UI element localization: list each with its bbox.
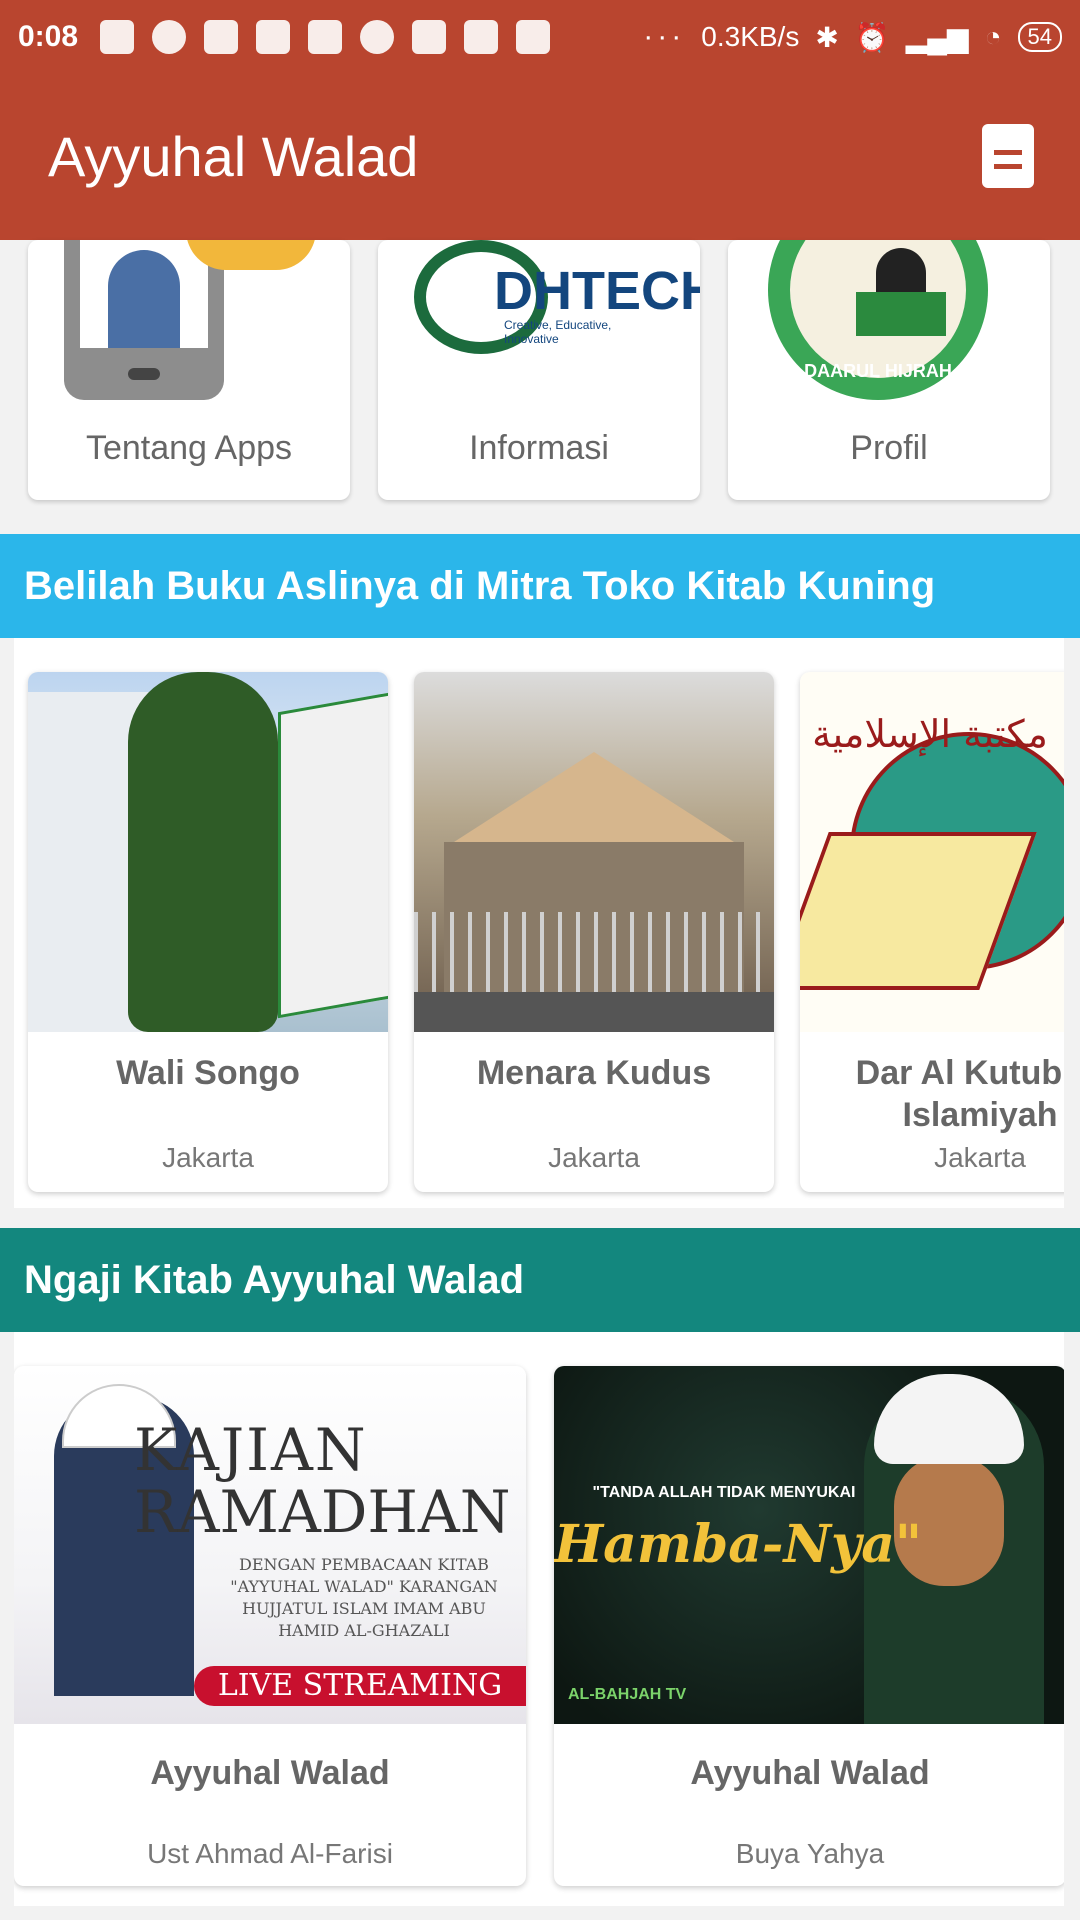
thumb-subtitle: DENGAN PEMBACAAN KITAB "AYYUHAL WALAD" K… (230, 1555, 498, 1640)
store-name: Dar Al Kutub Al Islamiyah (855, 1054, 1064, 1134)
app-bar: Ayyuhal Walad (0, 74, 1080, 240)
thumb-line-2: RAMADHAN (134, 1478, 511, 1546)
arabic-logo-text: مكتبة الإسلامية (812, 712, 1048, 756)
wifi-icon: ◔ (984, 21, 1002, 52)
status-bar: 0:08 ··· 0.3KB/s ✱ ⏰ ▂▄▆ ◔ 54 (0, 0, 1080, 74)
section-header-stores: Belilah Buku Aslinya di Mitra Toko Kitab… (0, 534, 1080, 638)
logo-text: DHTECH (494, 261, 700, 321)
status-time: 0:08 (18, 20, 79, 53)
dh-tech-logo: DHTECH Creative, Educative, Innovative (378, 240, 700, 410)
app-notification-icon (204, 20, 239, 54)
store-photo (28, 672, 388, 1032)
store-name: Wali Songo (116, 1054, 300, 1092)
thumb-headline: Hamba-Nya" (554, 1514, 923, 1575)
logo-subtext: Creative, Educative, Innovative (504, 318, 612, 346)
store-name: Menara Kudus (476, 1054, 712, 1092)
document-icon[interactable] (982, 124, 1034, 188)
menu-card-informasi[interactable]: DHTECH Creative, Educative, Innovative I… (378, 240, 700, 500)
menu-grid: Tentang Apps DHTECH Creative, Educative,… (28, 240, 1052, 500)
menu-label: Informasi (469, 429, 609, 467)
more-icon: ··· (643, 20, 686, 53)
video-card[interactable]: "TANDA ALLAH TIDAK MENYUKAI Hamba-Nya" A… (554, 1366, 1064, 1886)
store-card[interactable]: مكتبة الإسلامية Dar Al Kutub Al Islamiya… (800, 672, 1064, 1192)
phone-user-illustration (28, 240, 350, 410)
menu-card-tentang-apps[interactable]: Tentang Apps (28, 240, 350, 500)
chat-icon (100, 20, 135, 54)
section-title: Belilah Buku Aslinya di Mitra Toko Kitab… (24, 563, 936, 608)
notification-icons (100, 20, 551, 54)
video-card[interactable]: KAJIAN RAMADHAN DENGAN PEMBACAAN KITAB "… (14, 1366, 526, 1886)
signal-icon: ▂▄▆ (905, 21, 969, 53)
menu-label: Profil (850, 429, 928, 467)
battery-indicator: 54 (1017, 22, 1062, 52)
video-title: Ayyuhal Walad (690, 1754, 930, 1792)
section-header-videos: Ngaji Kitab Ayyuhal Walad (0, 1228, 1080, 1332)
alarm-icon: ⏰ (854, 21, 890, 53)
menu-label: Tentang Apps (85, 429, 293, 467)
thumb-quote: "TANDA ALLAH TIDAK MENYUKAI (592, 1484, 856, 1501)
store-card[interactable]: Menara Kudus Jakarta (414, 672, 774, 1192)
video-author: Ust Ahmad Al-Farisi (147, 1838, 393, 1869)
channel-logo: AL-BAHJAH TV (568, 1686, 687, 1703)
daarul-hijrah-seal: DAARUL HIJRAH (728, 240, 1050, 410)
shield-icon (152, 20, 187, 54)
scissors-icon (308, 20, 343, 54)
thumb-line-1: KAJIAN (134, 1416, 368, 1484)
network-speed: 0.3KB/s (701, 21, 800, 52)
store-photo: مكتبة الإسلامية (800, 672, 1064, 1032)
lazada-icon (464, 20, 499, 54)
trash-icon (256, 20, 291, 54)
video-thumbnail: "TANDA ALLAH TIDAK MENYUKAI Hamba-Nya" A… (554, 1366, 1064, 1724)
bluetooth-icon: ✱ (815, 21, 839, 53)
video-title: Ayyuhal Walad (150, 1754, 390, 1792)
video-carousel[interactable]: KAJIAN RAMADHAN DENGAN PEMBACAAN KITAB "… (14, 1332, 1064, 1906)
app-title: Ayyuhal Walad (48, 125, 419, 188)
menu-card-profil[interactable]: DAARUL HIJRAH Profil (728, 240, 1050, 500)
record-icon (360, 20, 395, 54)
store-carousel[interactable]: Wali Songo Jakarta Menara Kudus Jakarta … (14, 638, 1064, 1208)
store-city: Jakarta (548, 1142, 640, 1173)
store-city: Jakarta (934, 1142, 1026, 1173)
store-city: Jakarta (162, 1142, 254, 1173)
video-author: Buya Yahya (735, 1838, 885, 1869)
store-photo (414, 672, 774, 1032)
section-title: Ngaji Kitab Ayyuhal Walad (24, 1257, 525, 1302)
gallery-icon (412, 20, 447, 54)
store-card[interactable]: Wali Songo Jakarta (28, 672, 388, 1192)
video-thumbnail: KAJIAN RAMADHAN DENGAN PEMBACAAN KITAB "… (14, 1366, 526, 1724)
car-icon (516, 20, 551, 54)
status-right: ··· 0.3KB/s ✱ ⏰ ▂▄▆ ◔ 54 (643, 20, 1062, 54)
seal-text: DAARUL HIJRAH (804, 361, 952, 381)
live-streaming-badge: LIVE STREAMING (194, 1666, 526, 1706)
